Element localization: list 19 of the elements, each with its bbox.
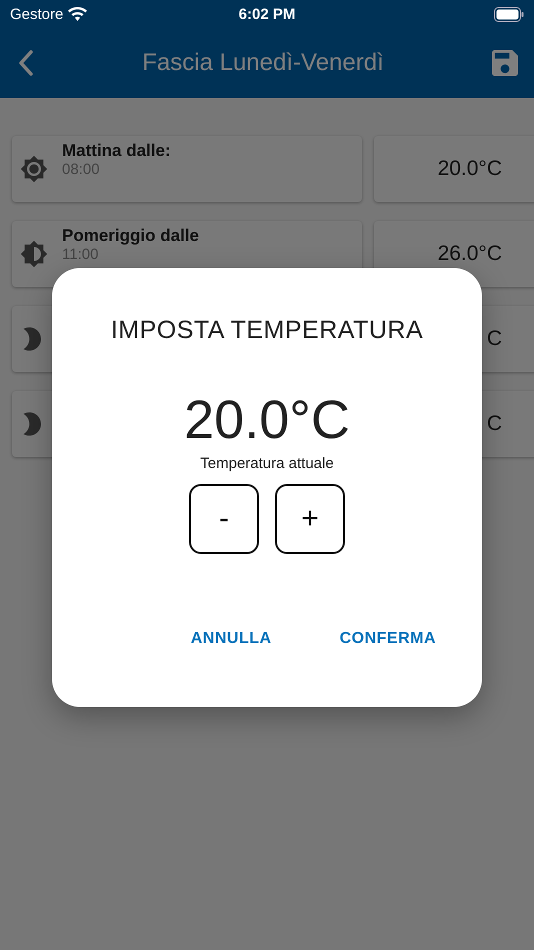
screen-title: Fascia Lunedì-Venerdì bbox=[142, 49, 384, 77]
slot-label: Mattina dalle: bbox=[62, 141, 171, 161]
contrast-icon bbox=[20, 240, 48, 268]
slot-label: Pomeriggio dalle bbox=[62, 226, 199, 246]
battery-icon bbox=[494, 6, 524, 22]
back-icon[interactable] bbox=[18, 50, 34, 76]
reading-caption: Temperatura attuale bbox=[200, 455, 334, 472]
dialog-title: IMPOSTA TEMPERATURA bbox=[110, 316, 424, 345]
temperature-reading: 20.0°C bbox=[184, 389, 350, 451]
decrease-button[interactable]: - bbox=[189, 484, 259, 554]
cancel-button[interactable]: ANNULLA bbox=[190, 626, 272, 652]
sun-icon bbox=[20, 155, 48, 183]
carrier-name: Gestore bbox=[10, 6, 64, 22]
clock-time: 6:02 PM bbox=[238, 6, 296, 22]
increase-button[interactable]: + bbox=[275, 484, 345, 554]
save-icon[interactable] bbox=[492, 50, 518, 76]
temperature-value[interactable]: 20.0°C bbox=[374, 136, 534, 202]
confirm-button[interactable]: CONFERMA bbox=[340, 626, 436, 652]
wifi-icon bbox=[68, 7, 88, 21]
